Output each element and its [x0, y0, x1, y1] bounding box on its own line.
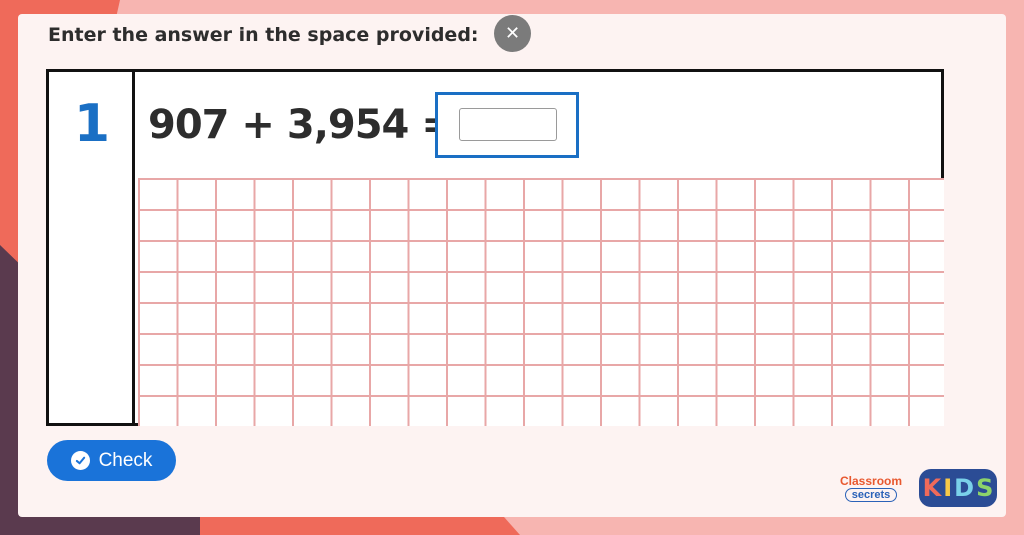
background-bottom-strip — [200, 517, 520, 535]
kids-logo: K I D S — [919, 469, 997, 507]
check-circle-icon — [70, 451, 90, 470]
logo-secrets-text: secrets — [844, 488, 898, 502]
question-box: 1 907 + 3,954 = — [46, 69, 944, 426]
answer-input[interactable] — [459, 108, 557, 141]
close-icon: ✕ — [504, 23, 521, 44]
check-button-label: Check — [98, 449, 153, 471]
instruction-text: Enter the answer in the space provided: — [48, 24, 479, 46]
working-grid — [138, 178, 944, 426]
question-number-column: 1 — [49, 72, 135, 423]
equation-text: 907 + 3,954 = — [148, 102, 455, 148]
activity-card: Enter the answer in the space provided: … — [18, 14, 1006, 517]
kids-letter: K — [922, 474, 942, 502]
question-number: 1 — [73, 94, 111, 154]
kids-letter: I — [943, 474, 953, 502]
kids-letter: D — [954, 474, 975, 502]
kids-letter: S — [976, 474, 994, 502]
classroom-secrets-logo: Classroom secrets — [840, 475, 902, 502]
check-button[interactable]: Check — [47, 440, 176, 481]
logo-classroom-text: Classroom — [840, 474, 903, 488]
answer-frame — [435, 92, 579, 158]
close-button[interactable]: ✕ — [494, 15, 531, 52]
